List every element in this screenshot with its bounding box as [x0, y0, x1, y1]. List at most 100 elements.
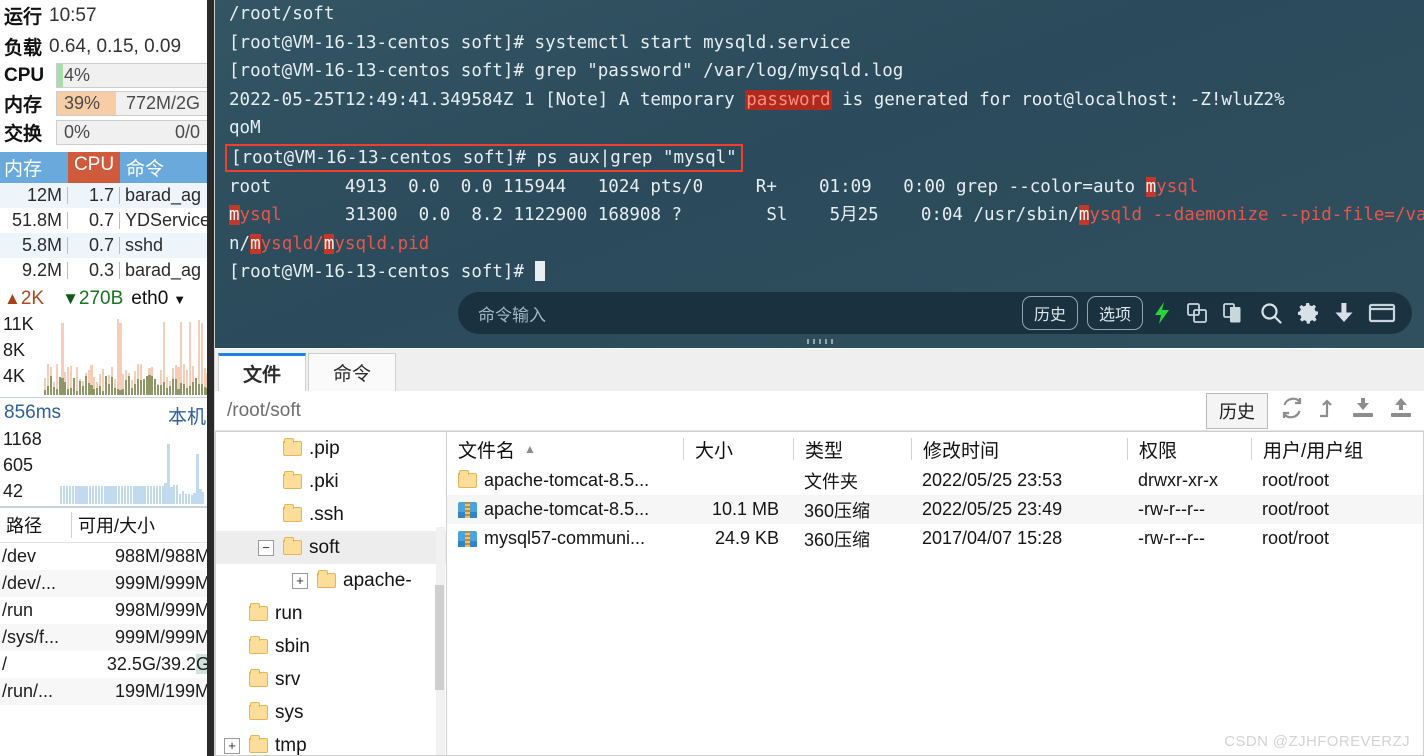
col-header-permissions[interactable]: 权限: [1127, 438, 1251, 462]
path-bar: /root/soft 历史: [215, 391, 1424, 431]
tree-item-srv[interactable]: srv: [216, 663, 446, 696]
file-type: 文件夹: [804, 471, 858, 492]
terminal-line-4: qoM: [229, 118, 261, 138]
gear-icon[interactable]: [1296, 301, 1320, 325]
net-upload-value: 2K: [20, 288, 45, 309]
directory-tree-rows: .pip .pki .ssh − soft + apache-run sbin srv sys + t…: [216, 432, 446, 755]
swap-abs: 0/0: [174, 122, 200, 142]
terminal-options-button[interactable]: 选项: [1086, 296, 1143, 330]
download-icon[interactable]: [1333, 301, 1355, 325]
tree-toggle-icon[interactable]: +: [292, 572, 308, 589]
parent-dir-icon[interactable]: [1316, 396, 1338, 425]
mem-meter: 39% 772M/2G: [56, 91, 208, 116]
mem-percent: 39%: [64, 93, 101, 113]
terminal-line-1: [root@VM-16-13-centos soft]# systemctl s…: [229, 32, 851, 53]
disk-row[interactable]: /run 998M/999M: [0, 597, 214, 624]
refresh-icon[interactable]: [1280, 396, 1304, 425]
download-arrow-icon: ▼: [62, 289, 79, 308]
tree-item-soft[interactable]: − soft: [216, 531, 446, 564]
search-icon[interactable]: [1259, 301, 1283, 325]
tree-toggle-icon[interactable]: −: [258, 539, 274, 556]
net-graph-plot: [44, 316, 212, 395]
tab-files[interactable]: 文件: [218, 353, 306, 391]
tree-item-sbin[interactable]: sbin: [216, 630, 446, 663]
grep-match-m-5: m: [323, 233, 335, 254]
zip-icon: [458, 501, 477, 518]
col-header-type[interactable]: 类型: [793, 438, 911, 462]
file-history-button[interactable]: 历史: [1206, 392, 1268, 429]
tree-item-dot-ssh[interactable]: .ssh: [216, 498, 446, 531]
current-path[interactable]: /root/soft: [227, 400, 301, 422]
proc-col-cpu[interactable]: CPU: [68, 152, 120, 183]
col-header-filename[interactable]: 文件名 ▲: [447, 438, 683, 462]
window-icon[interactable]: [1368, 301, 1396, 325]
uptime-value: 10:57: [49, 4, 97, 26]
tree-toggle-icon[interactable]: +: [224, 737, 240, 754]
net-download-value: 270B: [78, 288, 124, 309]
sidebar-scrollbar[interactable]: [207, 0, 214, 756]
folder-icon: [249, 735, 268, 753]
file-row[interactable]: mysql57-communi... 24.9 KB 360压缩 2017/04/07…: [447, 524, 1423, 553]
tree-item-run[interactable]: run: [216, 597, 446, 630]
panel-splitter[interactable]: [215, 334, 1424, 348]
disk-path: /sys/f...: [2, 627, 60, 647]
disk-row[interactable]: /run/... 199M/199M: [0, 678, 214, 705]
terminal-panel[interactable]: /root/soft [root@VM-16-13-centos soft]# …: [215, 0, 1424, 348]
tree-item-dot-pip[interactable]: .pip: [216, 432, 446, 465]
process-rows: 12M 1.7 barad_ag 51.8M 0.7 YDService 5.8M 0.7 ss…: [0, 183, 214, 283]
col-header-time[interactable]: 修改时间: [911, 438, 1127, 462]
cpu-meter: 4%: [56, 63, 208, 88]
tree-item-label: sbin: [275, 635, 310, 657]
lightning-icon[interactable]: [1152, 301, 1172, 325]
process-row[interactable]: 9.2M 0.3 barad_ag: [0, 258, 214, 283]
system-monitor-sidebar: 运行 10:57 负载 0.64, 0.15, 0.09 CPU 4% 内存 3…: [0, 0, 215, 756]
directory-tree[interactable]: .pip .pki .ssh − soft + apache-run sbin srv sys + t…: [215, 431, 447, 756]
load-row: 负载 0.64, 0.15, 0.09: [0, 31, 214, 62]
tree-item-apache-[interactable]: + apache-: [216, 564, 446, 597]
process-row[interactable]: 51.8M 0.7 YDService: [0, 208, 214, 233]
col-header-owner[interactable]: 用户/用户组: [1251, 438, 1401, 462]
file-list[interactable]: 文件名 ▲ 大小 类型 修改时间 权限 用户/用户组 apache-tomcat…: [447, 431, 1424, 756]
terminal-highlighted-command-wrap: [root@VM-16-13-centos soft]# ps aux|grep…: [215, 143, 1424, 173]
watermark: CSDN @ZJHFOREVERZJ: [1224, 733, 1410, 750]
proc-col-cmd[interactable]: 命令: [120, 152, 214, 183]
tab-commands[interactable]: 命令: [308, 353, 396, 391]
file-type: 360压缩: [804, 500, 871, 521]
terminal-history-button[interactable]: 历史: [1021, 296, 1078, 330]
tree-item-dot-pki[interactable]: .pki: [216, 465, 446, 498]
disk-row[interactable]: /sys/f... 999M/999M: [0, 624, 214, 651]
chevron-down-icon[interactable]: ▼: [173, 292, 186, 307]
file-name: apache-tomcat-8.5...: [484, 499, 650, 519]
swap-percent: 0%: [64, 122, 91, 142]
tree-scrollbar[interactable]: [435, 527, 445, 755]
disk-col-size[interactable]: 可用/大小: [72, 512, 212, 538]
col-header-filename-label: 文件名: [458, 440, 516, 462]
tree-item-tmp[interactable]: + tmp: [216, 729, 446, 755]
cpu-label: CPU: [4, 64, 45, 86]
disk-row[interactable]: / 32.5G/39.2G: [0, 651, 214, 678]
file-row[interactable]: apache-tomcat-8.5... 10.1 MB 360压缩 2022/05/…: [447, 495, 1423, 524]
cpu-meter-fill: [57, 64, 63, 87]
disk-row[interactable]: /dev 988M/988M: [0, 543, 214, 570]
copy-icon[interactable]: [1185, 301, 1209, 325]
command-input-bar[interactable]: 命令输入 历史 选项: [458, 292, 1412, 334]
process-cmd: YDService: [125, 210, 211, 230]
download-icon[interactable]: [1350, 396, 1376, 425]
tree-item-sys[interactable]: sys: [216, 696, 446, 729]
disk-col-path[interactable]: 路径: [2, 512, 72, 538]
paste-icon[interactable]: [1222, 301, 1246, 325]
tree-scrollbar-thumb[interactable]: [435, 585, 444, 690]
upload-arrow-icon: ▲: [4, 289, 21, 308]
cpu-percent: 4%: [64, 65, 91, 85]
process-row[interactable]: 12M 1.7 barad_ag: [0, 183, 214, 208]
command-input-placeholder[interactable]: 命令输入: [458, 301, 1022, 326]
file-row[interactable]: apache-tomcat-8.5... 文件夹 2022/05/25 23:53 d…: [447, 466, 1423, 495]
swap-label: 交换: [4, 124, 43, 145]
tree-item-label: .pki: [309, 470, 339, 492]
process-row[interactable]: 5.8M 0.7 sshd: [0, 233, 214, 258]
upload-icon[interactable]: [1388, 396, 1414, 425]
col-header-size[interactable]: 大小: [683, 438, 793, 462]
disk-row[interactable]: /dev/... 999M/999M: [0, 570, 214, 597]
path-toolbar: 历史: [1206, 392, 1414, 429]
proc-col-mem[interactable]: 内存: [0, 152, 68, 183]
